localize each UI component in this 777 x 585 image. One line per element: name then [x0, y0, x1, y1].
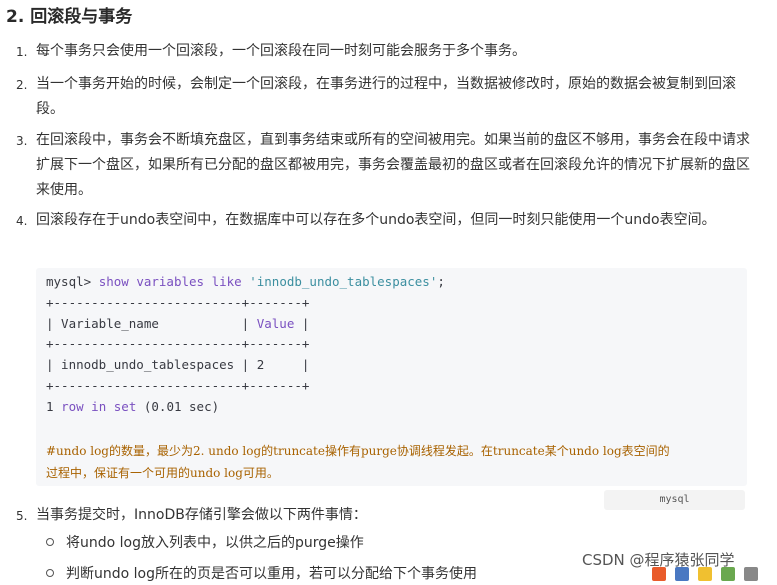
sub-list-item: 将undo log放入列表中，以供之后的purge操作 [66, 535, 364, 551]
list-number: 1. [16, 45, 28, 59]
ime-emoji-icon[interactable] [721, 567, 736, 581]
comment-line: 过程中，保证有一个可用的undo log可用。 [46, 466, 279, 480]
ime-punct-icon[interactable] [698, 567, 713, 581]
table-border: +-------------------------+-------+ [46, 294, 310, 310]
result-kw: set [113, 398, 137, 414]
ime-logo-icon[interactable] [652, 567, 666, 581]
result-kw: in [91, 398, 107, 414]
code-keyword: show variables like [98, 274, 242, 289]
sub-list-item: 判断undo log所在的页是否可以重用，若可以分配给下个事务使用 [66, 566, 477, 582]
code-block: mysql> show variables like 'innodb_undo_… [36, 268, 747, 486]
ime-settings-icon[interactable] [744, 567, 759, 581]
result-kw: row [61, 398, 84, 414]
ime-toolbar[interactable] [652, 566, 772, 582]
result-count: 1 [46, 398, 62, 414]
list-item-text: 当一个事务开始的时候，会制定一个回滚段，在事务进行的过程中，当数据被修改时，原始… [36, 76, 736, 117]
code-prompt: mysql> [46, 274, 92, 289]
list-number: 5. [16, 509, 28, 523]
code-comment: #undo log的数量，最少为2. undo log的truncate操作有p… [46, 440, 736, 484]
list-item-text: 在回滚段中，事务会不断填充盘区，直到事务结束或所有的空间被用完。如果当前的盘区不… [36, 132, 750, 198]
page-title: 2. 回滚段与事务 [6, 7, 133, 27]
table-header: | Variable_name | [46, 315, 257, 331]
list-number: 2. [16, 78, 28, 92]
table-header-value: Value [256, 315, 295, 331]
table-header-end: | [294, 315, 310, 331]
code-content: mysql> show variables like 'innodb_undo_… [46, 272, 445, 418]
comment-line: #undo log的数量，最少为2. undo log的truncate操作有p… [46, 444, 670, 458]
code-string: 'innodb_undo_tablespaces' [249, 274, 438, 289]
list-number: 4. [16, 214, 28, 228]
list-item-text: 每个事务只会使用一个回滚段，一个回滚段在同一时刻可能会服务于多个事务。 [36, 43, 526, 59]
bullet-icon [46, 569, 54, 577]
ime-mode-icon[interactable] [675, 567, 690, 581]
table-border: +-------------------------+-------+ [46, 336, 310, 352]
result-time: (0.01 sec) [136, 398, 220, 414]
table-border: +-------------------------+-------+ [46, 377, 310, 393]
list-item-text: 当事务提交时，InnoDB存储引擎会做以下两件事情： [36, 507, 367, 523]
bullet-icon [46, 538, 54, 546]
list-number: 3. [16, 134, 28, 148]
code-punct: ; [437, 274, 445, 289]
list-item-text: 回滚段存在于undo表空间中，在数据库中可以存在多个undo表空间，但同一时刻只… [36, 212, 716, 228]
table-row: | innodb_undo_tablespaces | 2 | [46, 357, 310, 373]
